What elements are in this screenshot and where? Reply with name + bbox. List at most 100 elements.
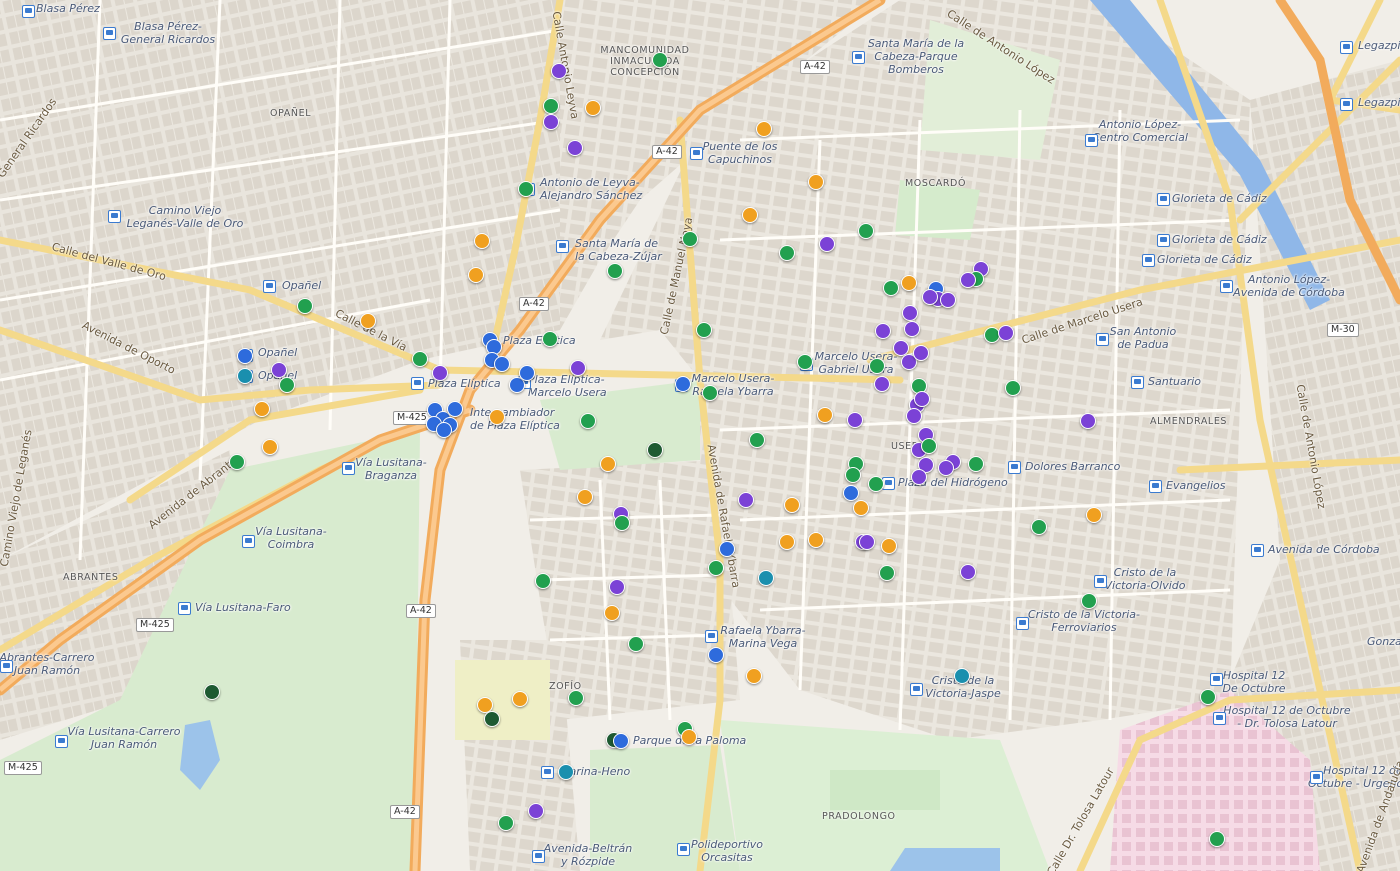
bus-stop-icon[interactable] bbox=[532, 850, 545, 863]
bus-stop-icon[interactable] bbox=[22, 5, 35, 18]
map-marker-purple[interactable] bbox=[938, 460, 954, 476]
map-marker-orange[interactable] bbox=[881, 538, 897, 554]
map-marker-green[interactable] bbox=[607, 263, 623, 279]
map-marker-orange[interactable] bbox=[742, 207, 758, 223]
bus-stop-icon[interactable] bbox=[1220, 280, 1233, 293]
bus-stop-icon[interactable] bbox=[108, 210, 121, 223]
bus-stop-icon[interactable] bbox=[1149, 480, 1162, 493]
map-marker-orange[interactable] bbox=[817, 407, 833, 423]
map-marker-green[interactable] bbox=[845, 467, 861, 483]
bus-stop-icon[interactable] bbox=[1085, 134, 1098, 147]
map-marker-orange[interactable] bbox=[254, 401, 270, 417]
map-marker-green[interactable] bbox=[921, 438, 937, 454]
map-marker-purple[interactable] bbox=[528, 803, 544, 819]
map-marker-teal[interactable] bbox=[954, 668, 970, 684]
bus-stop-icon[interactable] bbox=[1340, 41, 1353, 54]
map-marker-orange[interactable] bbox=[489, 409, 505, 425]
map-marker-orange[interactable] bbox=[779, 534, 795, 550]
bus-stop-icon[interactable] bbox=[0, 660, 13, 673]
map-marker-teal[interactable] bbox=[237, 368, 253, 384]
map-marker-blue[interactable] bbox=[613, 733, 629, 749]
map-marker-blue[interactable] bbox=[519, 365, 535, 381]
map-marker-green[interactable] bbox=[797, 354, 813, 370]
map-marker-orange[interactable] bbox=[468, 267, 484, 283]
map-marker-green[interactable] bbox=[535, 573, 551, 589]
map-marker-orange[interactable] bbox=[474, 233, 490, 249]
bus-stop-icon[interactable] bbox=[852, 51, 865, 64]
map-marker-orange[interactable] bbox=[577, 489, 593, 505]
map-marker-green[interactable] bbox=[1005, 380, 1021, 396]
map-marker-green[interactable] bbox=[883, 280, 899, 296]
map-marker-purple[interactable] bbox=[904, 321, 920, 337]
map-marker-green[interactable] bbox=[779, 245, 795, 261]
map-marker-orange[interactable] bbox=[853, 500, 869, 516]
map-marker-purple[interactable] bbox=[906, 408, 922, 424]
map-marker-green[interactable] bbox=[542, 331, 558, 347]
map-marker-purple[interactable] bbox=[432, 365, 448, 381]
map-marker-orange[interactable] bbox=[808, 532, 824, 548]
map-marker-green[interactable] bbox=[1200, 689, 1216, 705]
map-marker-orange[interactable] bbox=[1086, 507, 1102, 523]
map-marker-orange[interactable] bbox=[360, 313, 376, 329]
map-view[interactable]: Blasa Pérez Blasa Pérez- General Ricardos… bbox=[0, 0, 1400, 871]
map-marker-purple[interactable] bbox=[847, 412, 863, 428]
map-marker-blue[interactable] bbox=[843, 485, 859, 501]
map-marker-purple[interactable] bbox=[940, 292, 956, 308]
bus-stop-icon[interactable] bbox=[705, 630, 718, 643]
map-marker-blue[interactable] bbox=[436, 422, 452, 438]
map-marker-purple[interactable] bbox=[922, 289, 938, 305]
bus-stop-icon[interactable] bbox=[1340, 98, 1353, 111]
bus-stop-icon[interactable] bbox=[1157, 234, 1170, 247]
map-marker-green[interactable] bbox=[1081, 593, 1097, 609]
map-marker-blue[interactable] bbox=[719, 541, 735, 557]
bus-stop-icon[interactable] bbox=[1096, 333, 1109, 346]
map-marker-orange[interactable] bbox=[512, 691, 528, 707]
map-marker-green[interactable] bbox=[229, 454, 245, 470]
map-marker-orange[interactable] bbox=[585, 100, 601, 116]
map-marker-purple[interactable] bbox=[902, 305, 918, 321]
bus-stop-icon[interactable] bbox=[1008, 461, 1021, 474]
bus-stop-icon[interactable] bbox=[1310, 771, 1323, 784]
map-marker-teal[interactable] bbox=[558, 764, 574, 780]
map-marker-green[interactable] bbox=[858, 223, 874, 239]
map-marker-orange[interactable] bbox=[808, 174, 824, 190]
map-marker-green[interactable] bbox=[498, 815, 514, 831]
bus-stop-icon[interactable] bbox=[1131, 376, 1144, 389]
map-marker-purple[interactable] bbox=[911, 469, 927, 485]
map-marker-green[interactable] bbox=[1209, 831, 1225, 847]
map-marker-green[interactable] bbox=[543, 98, 559, 114]
map-marker-purple[interactable] bbox=[609, 579, 625, 595]
bus-stop-icon[interactable] bbox=[541, 766, 554, 779]
map-marker-green[interactable] bbox=[412, 351, 428, 367]
map-marker-purple[interactable] bbox=[960, 272, 976, 288]
map-marker-orange[interactable] bbox=[262, 439, 278, 455]
map-marker-orange[interactable] bbox=[681, 729, 697, 745]
bus-stop-icon[interactable] bbox=[690, 147, 703, 160]
map-marker-purple[interactable] bbox=[914, 391, 930, 407]
map-marker-green[interactable] bbox=[652, 52, 668, 68]
bus-stop-icon[interactable] bbox=[1016, 617, 1029, 630]
map-marker-green[interactable] bbox=[749, 432, 765, 448]
map-marker-green[interactable] bbox=[682, 231, 698, 247]
bus-stop-icon[interactable] bbox=[556, 240, 569, 253]
bus-stop-icon[interactable] bbox=[242, 535, 255, 548]
bus-stop-icon[interactable] bbox=[910, 683, 923, 696]
bus-stop-icon[interactable] bbox=[1251, 544, 1264, 557]
map-marker-orange[interactable] bbox=[604, 605, 620, 621]
map-marker-green[interactable] bbox=[708, 560, 724, 576]
bus-stop-icon[interactable] bbox=[677, 843, 690, 856]
bus-stop-icon[interactable] bbox=[55, 735, 68, 748]
map-marker-purple[interactable] bbox=[271, 362, 287, 378]
bus-stop-icon[interactable] bbox=[178, 602, 191, 615]
map-marker-green[interactable] bbox=[868, 476, 884, 492]
map-marker-green[interactable] bbox=[518, 181, 534, 197]
bus-stop-icon[interactable] bbox=[1157, 193, 1170, 206]
map-marker-orange[interactable] bbox=[756, 121, 772, 137]
map-marker-purple[interactable] bbox=[819, 236, 835, 252]
map-marker-purple[interactable] bbox=[551, 63, 567, 79]
map-marker-green[interactable] bbox=[628, 636, 644, 652]
map-marker-blue[interactable] bbox=[494, 356, 510, 372]
bus-stop-icon[interactable] bbox=[103, 27, 116, 40]
map-marker-blue[interactable] bbox=[708, 647, 724, 663]
map-marker-green[interactable] bbox=[869, 358, 885, 374]
